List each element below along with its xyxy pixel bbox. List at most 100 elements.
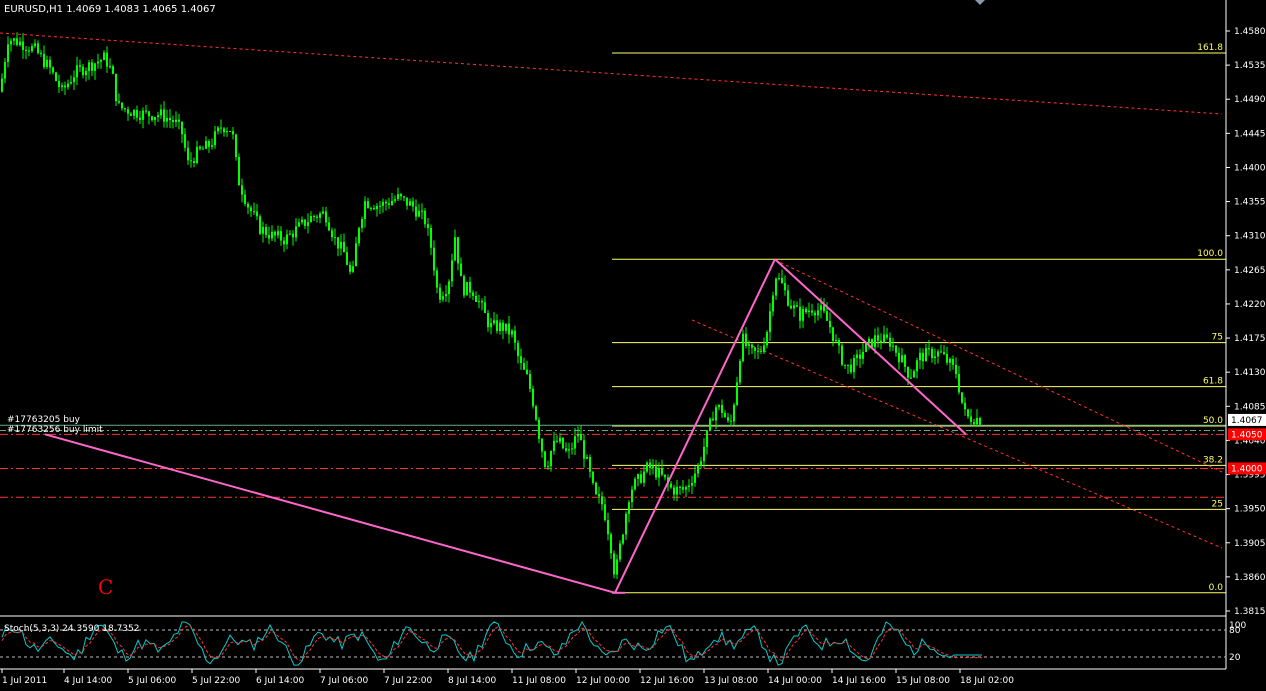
candle-body xyxy=(148,111,150,117)
candle-body xyxy=(970,416,972,423)
candle-body xyxy=(655,466,657,478)
candle-body xyxy=(82,66,84,76)
candle-body xyxy=(88,62,90,72)
candle-body xyxy=(637,474,639,479)
price-tick-label: 1.4085 xyxy=(1234,402,1266,412)
candle-body xyxy=(976,418,978,425)
time-tick-label: 12 Jul 00:00 xyxy=(576,676,630,686)
candle-body xyxy=(784,283,786,291)
candle-body xyxy=(598,494,600,497)
price-tag-label: 1.4067 xyxy=(1231,416,1263,426)
time-tick-label: 7 Jul 22:00 xyxy=(384,676,433,686)
candle-body xyxy=(397,193,399,200)
price-tick-label: 1.3860 xyxy=(1234,573,1266,583)
candle-body xyxy=(778,277,780,279)
candle-body xyxy=(451,260,453,282)
candle-body xyxy=(928,348,930,350)
candle-body xyxy=(139,117,141,120)
candle-body xyxy=(925,348,927,362)
chart-window[interactable]: 161.8100.07561.850.038.2250.0 EURUSD,H1 … xyxy=(0,0,1266,691)
candle-body xyxy=(190,160,192,162)
candle-body xyxy=(16,38,18,46)
candle-body xyxy=(58,80,60,88)
candle-body xyxy=(742,333,744,361)
candle-body xyxy=(196,146,198,163)
candle-body xyxy=(604,504,606,521)
candle-body xyxy=(796,305,798,307)
candle-body xyxy=(487,313,489,328)
candle-body xyxy=(535,406,537,420)
candle-body xyxy=(142,110,144,120)
candle-body xyxy=(496,320,498,332)
candle-body xyxy=(727,417,729,421)
candle-body xyxy=(919,352,921,361)
candle-body xyxy=(787,290,789,306)
candle-body xyxy=(445,294,447,297)
candle-body xyxy=(907,366,909,378)
candle-body xyxy=(307,222,309,226)
candle-body xyxy=(613,553,615,575)
price-tick-label: 1.3950 xyxy=(1234,505,1266,515)
candle-body xyxy=(880,340,882,343)
time-tick-label: 6 Jul 14:00 xyxy=(256,676,305,686)
candle-body xyxy=(532,388,534,407)
candle-body xyxy=(883,334,885,343)
candle-body xyxy=(838,340,840,346)
candle-body xyxy=(475,295,477,302)
candle-body xyxy=(70,82,72,84)
candle-body xyxy=(781,277,783,284)
candle-body xyxy=(601,496,603,505)
candle-body xyxy=(586,456,588,459)
fibo-level-label: 25 xyxy=(1212,499,1223,509)
candle-body xyxy=(373,207,375,210)
candle-body xyxy=(163,109,165,122)
candle-body xyxy=(313,216,315,218)
candle-body xyxy=(214,131,216,146)
candle-body xyxy=(118,101,120,103)
candle-body xyxy=(703,446,705,462)
time-tick-label: 5 Jul 06:00 xyxy=(128,676,177,686)
candle-body xyxy=(502,322,504,331)
candle-body xyxy=(721,404,723,413)
fibo-level-label: 100.0 xyxy=(1197,249,1223,259)
candle-body xyxy=(820,305,822,311)
order-buy-limit-label: #17763256 buy limit xyxy=(7,425,103,435)
candle-body xyxy=(610,534,612,554)
candle-body xyxy=(199,146,201,149)
candle-body xyxy=(112,66,114,74)
candle-body xyxy=(421,210,423,212)
candle-body xyxy=(52,67,54,73)
candle-body xyxy=(223,128,225,133)
candle-body xyxy=(856,354,858,359)
time-tick-label: 15 Jul 08:00 xyxy=(896,676,950,686)
candle-body xyxy=(157,115,159,118)
fibo-level-label: 0.0 xyxy=(1209,583,1224,593)
candle-body xyxy=(268,234,270,239)
candle-body xyxy=(817,310,819,316)
candle-body xyxy=(811,310,813,313)
candle-body xyxy=(442,296,444,300)
price-tick-label: 1.4310 xyxy=(1234,232,1266,242)
candle-body xyxy=(412,201,414,207)
candle-body xyxy=(763,345,765,352)
candle-body xyxy=(202,148,204,150)
candle-body xyxy=(688,485,690,488)
candle-body xyxy=(13,38,15,41)
candle-body xyxy=(595,482,597,495)
candle-body xyxy=(160,109,162,116)
candle-body xyxy=(760,350,762,352)
candle-body xyxy=(439,287,441,300)
candle-body xyxy=(658,468,660,478)
candle-body xyxy=(697,465,699,474)
candle-body xyxy=(511,330,513,335)
candle-body xyxy=(616,559,618,575)
candle-body xyxy=(301,219,303,223)
candle-body xyxy=(97,61,99,64)
candle-body xyxy=(964,402,966,410)
time-tick-label: 8 Jul 14:00 xyxy=(448,676,497,686)
candle-body xyxy=(4,61,6,79)
candle-body xyxy=(733,404,735,422)
candle-body xyxy=(538,419,540,439)
time-tick-label: 5 Jul 22:00 xyxy=(192,676,241,686)
candle-body xyxy=(706,430,708,447)
